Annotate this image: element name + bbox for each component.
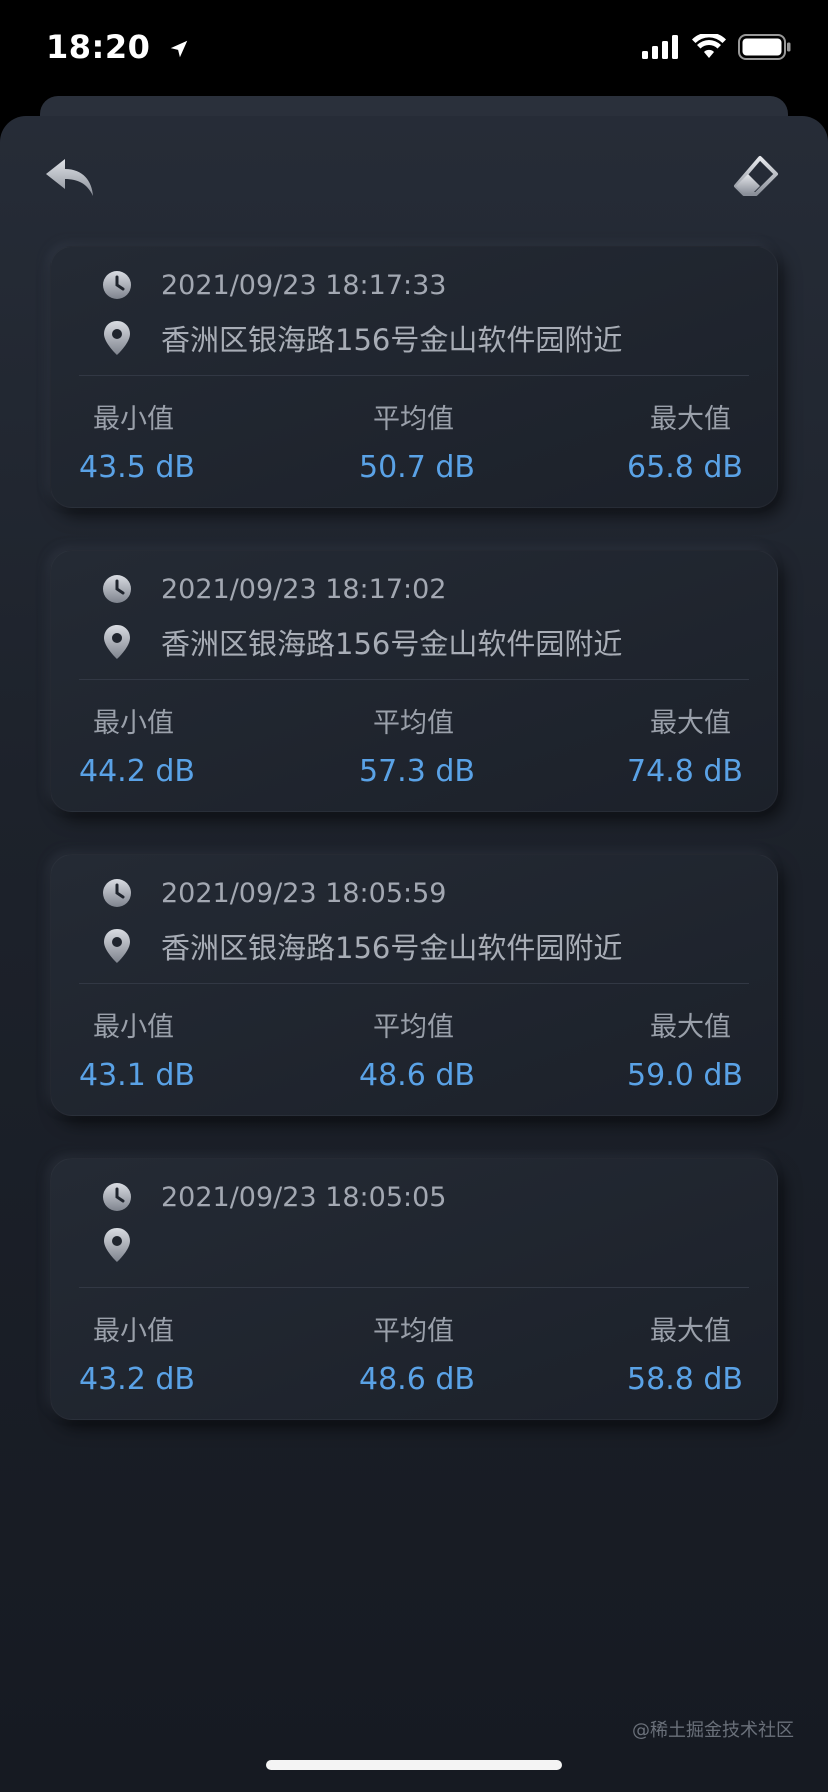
record-address: 香洲区银海路156号金山软件园附近	[161, 323, 623, 357]
record-datetime: 2021/09/23 18:17:33	[161, 269, 447, 301]
record-card[interactable]: 2021/09/23 18:05:05 最小值 43.2 dB 平均值 48.6…	[50, 1158, 778, 1420]
stat-min-value: 43.1 dB	[79, 1058, 195, 1093]
card-divider	[79, 1287, 749, 1288]
stat-avg-label: 平均值	[373, 1012, 454, 1043]
status-time-text: 18:20	[46, 28, 151, 66]
back-arrow-icon	[43, 156, 97, 204]
stat-max-label: 最大值	[650, 708, 731, 739]
stat-avg-label: 平均值	[373, 708, 454, 739]
record-address-row	[101, 1228, 161, 1262]
record-list: 2021/09/23 18:17:33 香洲区银海路156号金山软件园附近 最小…	[50, 246, 778, 1462]
clock-icon	[101, 269, 133, 301]
stat-avg-value: 50.7 dB	[359, 450, 475, 485]
watermark: @稀土掘金技术社区	[632, 1720, 794, 1741]
record-card[interactable]: 2021/09/23 18:05:59 香洲区银海路156号金山软件园附近 最小…	[50, 854, 778, 1116]
record-time-row: 2021/09/23 18:05:05	[101, 1181, 446, 1213]
stat-min-label: 最小值	[93, 404, 174, 435]
record-time-row: 2021/09/23 18:17:33	[101, 269, 446, 301]
cellular-signal-icon	[642, 35, 680, 63]
stat-max-label: 最大值	[650, 1316, 731, 1347]
record-card[interactable]: 2021/09/23 18:17:02 香洲区银海路156号金山软件园附近 最小…	[50, 550, 778, 812]
record-datetime: 2021/09/23 18:05:59	[161, 877, 447, 909]
stat-max: 最大值 58.8 dB	[573, 1309, 743, 1397]
record-address-row: 香洲区银海路156号金山软件园附近	[101, 925, 622, 967]
record-datetime: 2021/09/23 18:17:02	[161, 573, 447, 605]
record-time-row: 2021/09/23 18:05:59	[101, 877, 446, 909]
stat-avg-value: 48.6 dB	[359, 1058, 475, 1093]
status-icons	[642, 32, 792, 64]
record-address: 香洲区银海路156号金山软件园附近	[161, 627, 623, 661]
home-indicator[interactable]	[266, 1760, 562, 1770]
location-arrow-icon	[168, 30, 190, 68]
stat-avg-value: 48.6 dB	[359, 1362, 475, 1397]
stat-min-label: 最小值	[93, 708, 174, 739]
stat-max: 最大值 74.8 dB	[573, 701, 743, 789]
stat-max: 最大值 65.8 dB	[573, 397, 743, 485]
stat-min: 最小值 43.5 dB	[79, 397, 249, 485]
clock-icon	[101, 877, 133, 909]
clock-icon	[101, 1181, 133, 1213]
card-divider	[79, 375, 749, 376]
record-address: 香洲区银海路156号金山软件园附近	[161, 931, 623, 965]
record-datetime: 2021/09/23 18:05:05	[161, 1181, 447, 1213]
battery-icon	[738, 34, 792, 64]
location-pin-icon	[101, 1228, 133, 1262]
clear-history-button[interactable]	[728, 152, 784, 208]
location-pin-icon	[101, 929, 133, 963]
stat-min-label: 最小值	[93, 1316, 174, 1347]
stat-avg: 平均值 50.7 dB	[359, 397, 529, 485]
status-bar: 18:20	[0, 0, 828, 96]
record-address-row: 香洲区银海路156号金山软件园附近	[101, 621, 622, 663]
stat-avg: 平均值 57.3 dB	[359, 701, 529, 789]
stat-avg: 平均值 48.6 dB	[359, 1005, 529, 1093]
stat-min-value: 43.5 dB	[79, 450, 195, 485]
stat-avg-label: 平均值	[373, 404, 454, 435]
record-address-row: 香洲区银海路156号金山软件园附近	[101, 317, 622, 359]
stat-max-label: 最大值	[650, 404, 731, 435]
card-divider	[79, 679, 749, 680]
stat-max-label: 最大值	[650, 1012, 731, 1043]
stat-min-value: 44.2 dB	[79, 754, 195, 789]
clock-icon	[101, 573, 133, 605]
card-divider	[79, 983, 749, 984]
stat-max: 最大值 59.0 dB	[573, 1005, 743, 1093]
stat-max-value: 65.8 dB	[627, 450, 743, 485]
stat-max-value: 74.8 dB	[627, 754, 743, 789]
status-time: 18:20	[46, 28, 190, 68]
stat-avg: 平均值 48.6 dB	[359, 1309, 529, 1397]
location-pin-icon	[101, 625, 133, 659]
record-time-row: 2021/09/23 18:17:02	[101, 573, 446, 605]
stat-avg-label: 平均值	[373, 1316, 454, 1347]
stat-min: 最小值 43.1 dB	[79, 1005, 249, 1093]
stat-min-value: 43.2 dB	[79, 1362, 195, 1397]
stat-avg-value: 57.3 dB	[359, 754, 475, 789]
stat-min-label: 最小值	[93, 1012, 174, 1043]
location-pin-icon	[101, 321, 133, 355]
stat-max-value: 58.8 dB	[627, 1362, 743, 1397]
wifi-icon	[692, 32, 726, 64]
stat-min: 最小值 44.2 dB	[79, 701, 249, 789]
eraser-icon	[732, 154, 780, 206]
record-card[interactable]: 2021/09/23 18:17:33 香洲区银海路156号金山软件园附近 最小…	[50, 246, 778, 508]
back-button[interactable]	[42, 152, 98, 208]
stat-min: 最小值 43.2 dB	[79, 1309, 249, 1397]
stat-max-value: 59.0 dB	[627, 1058, 743, 1093]
